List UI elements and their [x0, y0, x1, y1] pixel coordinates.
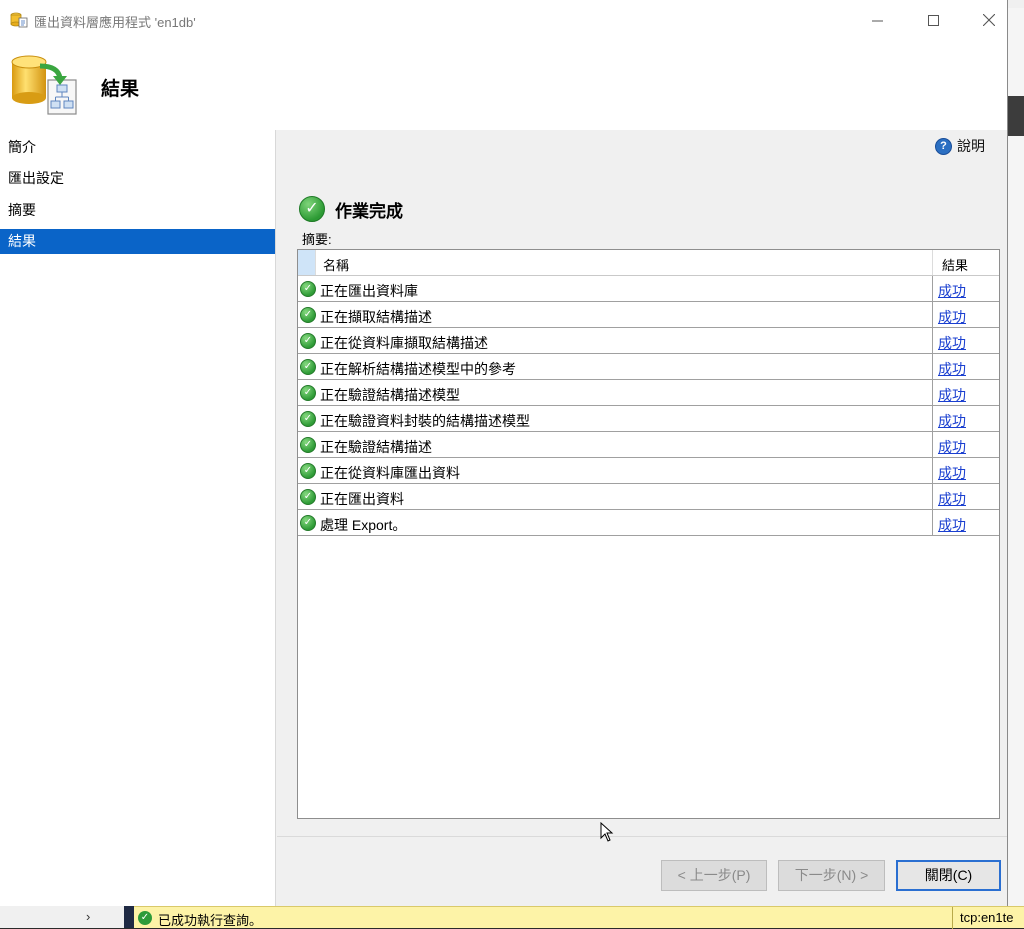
- step-name: 正在驗證結構描述: [320, 439, 432, 455]
- green-check-icon: ✓: [300, 307, 316, 323]
- green-check-icon: ✓: [300, 463, 316, 479]
- table-row: ✓ 正在從資料庫擷取結構描述 成功: [298, 328, 999, 354]
- result-link[interactable]: 成功: [938, 437, 966, 457]
- cell-divider: [932, 406, 933, 431]
- wizard-body: 簡介 匯出設定 摘要 結果 ? 說明 ✓ 作業完成 摘要: 名稱 結果 ✓ 正在…: [0, 130, 1007, 906]
- green-check-icon: ✓: [299, 196, 325, 222]
- cell-divider: [932, 484, 933, 509]
- table-row: ✓ 正在匯出資料 成功: [298, 484, 999, 510]
- title-bar[interactable]: 匯出資料層應用程式 'en1db': [0, 0, 1007, 40]
- cell-divider: [932, 354, 933, 379]
- result-link[interactable]: 成功: [938, 385, 966, 405]
- next-button[interactable]: 下一步(N) >: [778, 860, 885, 891]
- results-panel: ? 說明 ✓ 作業完成 摘要: 名稱 結果 ✓ 正在匯出資料庫 成功 ✓ 正在擷取結構…: [277, 130, 1007, 906]
- window-title: 匯出資料層應用程式 'en1db': [34, 15, 196, 30]
- green-check-icon: ✓: [300, 281, 316, 297]
- table-row: ✓ 處理 Export。 成功: [298, 510, 999, 536]
- step-name: 正在擷取結構描述: [320, 309, 432, 325]
- result-link[interactable]: 成功: [938, 515, 966, 535]
- table-row: ✓ 正在驗證結構描述 成功: [298, 432, 999, 458]
- operation-status-text: 作業完成: [335, 201, 403, 221]
- cell-divider: [932, 432, 933, 457]
- query-status-bar: ✓ 已成功執行查詢。 tcp:en1te: [134, 906, 1024, 929]
- green-check-icon: ✓: [300, 515, 316, 531]
- nav-item-introduction[interactable]: 簡介: [0, 135, 275, 160]
- close-button[interactable]: 關閉(C): [896, 860, 1001, 891]
- cell-divider: [932, 328, 933, 353]
- table-header: 名稱 結果: [298, 250, 999, 276]
- result-link[interactable]: 成功: [938, 359, 966, 379]
- result-link[interactable]: 成功: [938, 489, 966, 509]
- background-app-right-strip: [1008, 8, 1024, 908]
- cell-divider: [932, 380, 933, 405]
- green-check-icon: ✓: [300, 437, 316, 453]
- wizard-header: 結果: [0, 40, 1007, 130]
- step-name: 正在從資料庫擷取結構描述: [320, 335, 488, 351]
- query-status-message: 已成功執行查詢。: [158, 913, 263, 928]
- step-name: 正在解析結構描述模型中的參考: [320, 361, 516, 377]
- table-row: ✓ 正在解析結構描述模型中的參考 成功: [298, 354, 999, 380]
- cell-divider: [932, 510, 933, 535]
- table-row: ✓ 正在擷取結構描述 成功: [298, 302, 999, 328]
- help-label: 說明: [957, 138, 985, 154]
- page-heading: 結果: [101, 79, 140, 100]
- minimize-icon: [871, 20, 883, 21]
- result-link[interactable]: 成功: [938, 333, 966, 353]
- database-export-icon: [10, 12, 28, 28]
- step-name: 正在從資料庫匯出資料: [320, 465, 460, 481]
- status-bar-divider: [952, 907, 953, 929]
- step-name: 正在匯出資料: [320, 491, 404, 507]
- server-name: tcp:en1te: [960, 910, 1014, 925]
- summary-label: 摘要:: [302, 232, 332, 247]
- step-name: 正在驗證結構描述模型: [320, 387, 460, 403]
- result-link[interactable]: 成功: [938, 307, 966, 327]
- green-check-icon: ✓: [300, 411, 316, 427]
- step-name: 正在匯出資料庫: [320, 283, 418, 299]
- nav-item-export-settings[interactable]: 匯出設定: [0, 166, 275, 191]
- column-header-result[interactable]: 結果: [942, 255, 968, 274]
- footer-divider: [277, 836, 1007, 837]
- database-export-icon: [11, 55, 77, 115]
- column-divider[interactable]: [932, 250, 933, 275]
- table-row: ✓ 正在驗證資料封裝的結構描述模型 成功: [298, 406, 999, 432]
- green-check-icon: ✓: [300, 359, 316, 375]
- chevron-right-icon[interactable]: ›: [86, 909, 90, 924]
- mouse-pointer-icon: [600, 822, 614, 842]
- help-circle-icon: ?: [935, 137, 952, 155]
- maximize-icon: [927, 14, 939, 26]
- table-corner-cell: [298, 250, 316, 275]
- help-link[interactable]: ? 說明: [935, 136, 985, 156]
- previous-button[interactable]: < 上一步(P): [661, 860, 767, 891]
- operation-status: ✓ 作業完成: [299, 196, 403, 222]
- green-check-icon: ✓: [300, 385, 316, 401]
- green-check-icon: ✓: [300, 489, 316, 505]
- editor-gutter: [124, 906, 134, 928]
- result-link[interactable]: 成功: [938, 281, 966, 301]
- results-table: 名稱 結果 ✓ 正在匯出資料庫 成功 ✓ 正在擷取結構描述 成功 ✓ 正在從資料庫擷取結構…: [297, 249, 1000, 819]
- column-header-name[interactable]: 名稱: [323, 255, 349, 274]
- table-row: ✓ 正在驗證結構描述模型 成功: [298, 380, 999, 406]
- export-dialog: 匯出資料層應用程式 'en1db' 結果 簡介 匯出設定 摘要 結果 ? 說明 …: [0, 0, 1008, 906]
- close-window-button[interactable]: [966, 0, 1012, 40]
- background-app-dark-band: [1008, 96, 1024, 136]
- table-row: ✓ 正在從資料庫匯出資料 成功: [298, 458, 999, 484]
- step-name: 正在驗證資料封裝的結構描述模型: [320, 413, 530, 429]
- cell-divider: [932, 458, 933, 483]
- table-body: ✓ 正在匯出資料庫 成功 ✓ 正在擷取結構描述 成功 ✓ 正在從資料庫擷取結構描述 成功 ✓…: [298, 276, 999, 536]
- nav-item-results[interactable]: 結果: [0, 229, 275, 254]
- nav-item-summary[interactable]: 摘要: [0, 198, 275, 223]
- cell-divider: [932, 302, 933, 327]
- cell-divider: [932, 276, 933, 301]
- wizard-steps-nav: 簡介 匯出設定 摘要 結果: [0, 130, 276, 906]
- result-link[interactable]: 成功: [938, 463, 966, 483]
- green-check-icon: ✓: [300, 333, 316, 349]
- step-name: 處理 Export。: [320, 517, 407, 533]
- minimize-button[interactable]: [854, 0, 900, 40]
- success-check-icon: ✓: [138, 911, 152, 925]
- result-link[interactable]: 成功: [938, 411, 966, 431]
- table-row: ✓ 正在匯出資料庫 成功: [298, 276, 999, 302]
- close-icon: [983, 14, 995, 26]
- maximize-button[interactable]: [910, 0, 956, 40]
